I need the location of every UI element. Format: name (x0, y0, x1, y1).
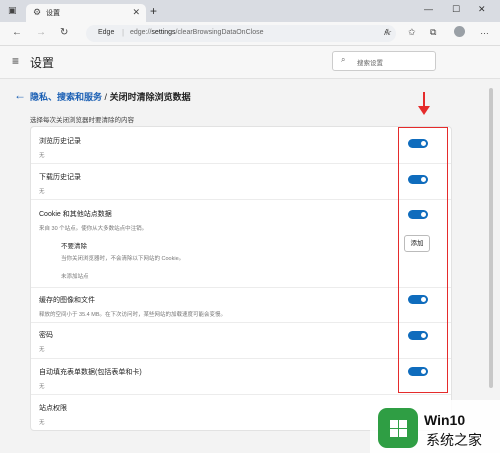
refresh-icon[interactable]: ↻ (60, 27, 68, 38)
page-title: 设置 (30, 56, 55, 70)
back-arrow-icon[interactable]: ← (14, 88, 26, 102)
search-input[interactable]: ⌕ 搜索设置 (332, 51, 436, 71)
search-icon: ⌕ (341, 55, 346, 64)
menu-icon[interactable]: ≡ (12, 54, 19, 68)
tab-actions-icon[interactable]: ▣ (8, 5, 17, 16)
watermark-subtitle: 系统之家 (426, 432, 482, 448)
exceptions-section: 不要清除 当你关闭浏览器时，不会清除以下网站的 Cookie。 未添加站点 (61, 240, 184, 280)
annotation-highlight-box (398, 127, 448, 393)
close-icon[interactable]: ✕ (132, 7, 140, 18)
watermark-brand: Win10 (424, 412, 466, 428)
setting-download-history: 下载历史记录 无 (39, 174, 81, 195)
address-url: edge://settings/clearBrowsingDataOnClose (130, 29, 264, 36)
address-bar[interactable]: Edge | edge://settings/clearBrowsingData… (86, 25, 396, 42)
close-window-icon[interactable]: ✕ (478, 4, 486, 15)
setting-autofill: 自动填充表单数据(包括表单和卡) 无 (39, 369, 142, 390)
tab-bar: ▣ ⚙ 设置 ✕ + — ☐ ✕ (0, 0, 500, 22)
settings-card: 浏览历史记录 无 下载历史记录 无 Cookie 和其他站点数据 来自 30 个… (30, 126, 452, 431)
settings-header: ≡ 设置 ⌕ 搜索设置 (0, 46, 500, 79)
favorites-icon[interactable]: ✩ (408, 27, 416, 38)
exceptions-desc: 当你关闭浏览器时，不会清除以下网站的 Cookie。 (61, 256, 185, 262)
annotation-arrow-head (418, 106, 430, 115)
intro-text: 选择每次关闭浏览器时要清除的内容 (30, 117, 134, 124)
breadcrumb-parent-link[interactable]: 隐私、搜索和服务 (30, 92, 102, 102)
minimize-icon[interactable]: — (424, 4, 433, 14)
toolbar: ← → ↻ Edge | edge://settings/clearBrowsi… (0, 22, 500, 46)
collections-icon[interactable]: ⧉ (430, 27, 436, 38)
breadcrumb-current: 关闭时清除浏览数据 (109, 92, 191, 102)
setting-passwords: 密码 无 (39, 332, 53, 353)
setting-cached-files: 缓存的图像和文件 释放的空间小于 35.4 MB。在下次访问时，某些网站的加载速… (39, 297, 227, 318)
exceptions-empty: 未添加站点 (61, 274, 89, 280)
windows-logo-icon (378, 408, 418, 448)
back-icon[interactable]: ← (12, 27, 22, 38)
setting-cookies: Cookie 和其他站点数据 来自 30 个站点。使你从大多数站点中注销。 (39, 211, 148, 232)
scrollbar[interactable] (489, 88, 493, 388)
exceptions-title: 不要清除 (61, 243, 87, 250)
avatar[interactable] (454, 26, 465, 37)
favorite-star-icon[interactable]: ☆ (384, 27, 392, 38)
breadcrumb: 隐私、搜索和服务 / 关闭时清除浏览数据 (30, 92, 191, 102)
new-tab-button[interactable]: + (150, 4, 157, 18)
maximize-icon[interactable]: ☐ (452, 4, 460, 15)
more-icon[interactable]: … (480, 26, 489, 36)
gear-icon: ⚙ (33, 7, 42, 17)
tab-title: 设置 (46, 10, 60, 17)
edge-label: Edge (98, 29, 115, 36)
setting-browsing-history: 浏览历史记录 无 (39, 138, 81, 159)
forward-icon[interactable]: → (36, 27, 46, 38)
tab-settings[interactable]: ⚙ 设置 ✕ (26, 4, 146, 22)
